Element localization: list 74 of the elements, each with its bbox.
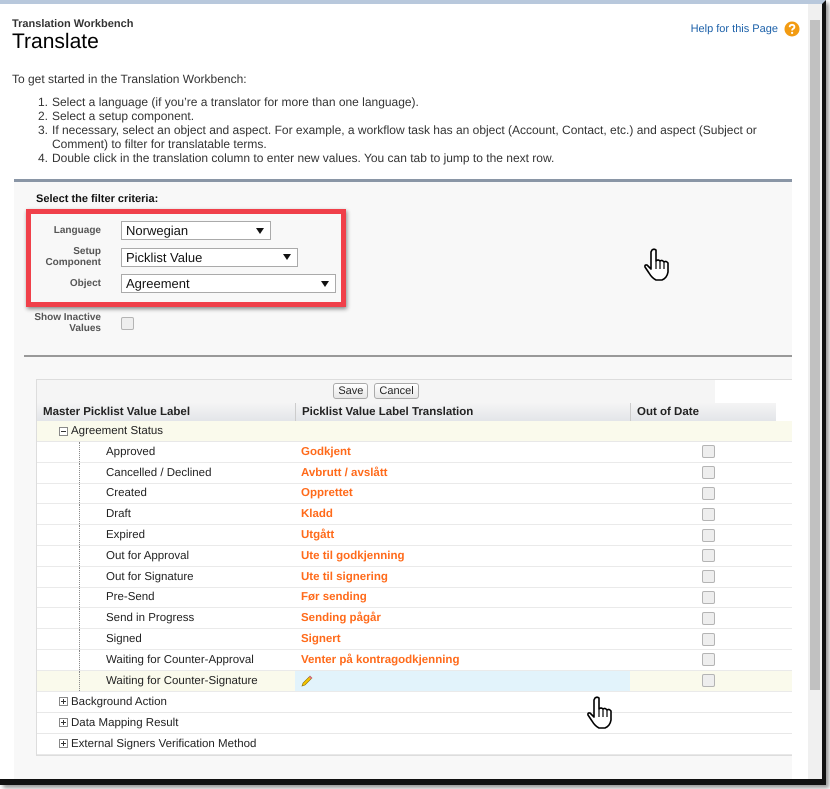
translation-cell[interactable]: Opprettet (301, 487, 353, 500)
dropdown[interactable]: Agreement (121, 274, 336, 293)
checkbox[interactable] (702, 486, 714, 500)
step-text: Select a language (if you’re a translator for more than one language). (52, 95, 420, 109)
help-icon[interactable] (784, 21, 800, 37)
expand-icon[interactable] (59, 739, 68, 748)
save-button[interactable]: Save (333, 383, 368, 399)
translation-cell[interactable]: Kladd (301, 508, 333, 520)
step-number: 3. (38, 123, 50, 139)
group-label[interactable]: Data Mapping Result (71, 716, 178, 729)
cancel-button[interactable]: Cancel (374, 383, 419, 399)
checkbox[interactable] (702, 674, 714, 688)
table-cell: Created (106, 487, 147, 500)
step-number: 1. (38, 95, 50, 109)
translation-cell[interactable]: Før sending (301, 591, 367, 604)
step-number: 2. (38, 109, 50, 123)
expand-icon[interactable] (59, 718, 68, 728)
table-cell: Cancelled / Declined (106, 466, 212, 479)
checkbox[interactable] (702, 632, 714, 646)
collapse-icon[interactable] (59, 426, 68, 436)
step-text: If necessary, select an object and aspect. For example, a workflow task has an object (Account, Contact, etc.) and aspect (Subject or Comment) to filter for translatable terms. (52, 123, 758, 151)
checkbox[interactable] (702, 612, 714, 625)
group-label[interactable]: Background Action (71, 696, 167, 708)
pencil-icon (301, 674, 313, 687)
page-title: Translate (12, 30, 100, 54)
checkbox[interactable] (702, 528, 714, 542)
table-cell: Signed (106, 633, 142, 646)
checkbox[interactable] (702, 653, 714, 666)
checkbox[interactable] (702, 508, 714, 521)
scrollbar[interactable] (808, 4, 822, 779)
column-header: Master Picklist Value Label (42, 405, 192, 420)
translation-cell[interactable]: Avbrutt / avslått (301, 466, 388, 479)
field-label: Language (52, 225, 101, 236)
step-text: Select a setup component. (52, 109, 196, 123)
translation-input[interactable] (295, 670, 630, 691)
table-cell: Expired (106, 529, 145, 542)
table-cell: Pre-Send (106, 591, 155, 604)
expand-icon[interactable] (59, 697, 68, 706)
checkbox[interactable] (702, 549, 714, 562)
dropdown[interactable]: Picklist Value (121, 248, 298, 266)
group-label[interactable]: External Signers Verification Method (71, 738, 256, 750)
field-label: Setup Component (44, 246, 101, 268)
group-label[interactable]: Agreement Status (71, 425, 164, 437)
checkbox[interactable] (702, 445, 714, 458)
table-cell: Send in Progress (106, 612, 194, 624)
table-cell: Approved (106, 446, 156, 458)
step-text: Double click in the translation column to enter new values. You can tab to jump to the next row. (52, 151, 556, 165)
table-cell: Waiting for Counter-Signature (106, 674, 258, 687)
translation-cell[interactable]: Utgått (301, 529, 334, 542)
checkbox[interactable] (702, 570, 714, 584)
translation-cell[interactable]: Signert (301, 633, 341, 646)
step-number: 4. (38, 151, 50, 165)
caret-icon (283, 254, 291, 260)
field-label: Object (68, 278, 101, 289)
translation-cell[interactable]: Ute til godkjenning (301, 550, 404, 562)
table-cell: Waiting for Counter-Approval (106, 654, 254, 666)
filter-heading: Select the filter criteria: (36, 193, 160, 205)
intro-text: To get started in the Translation Workbench: (12, 72, 248, 86)
table-cell: Out for Approval (106, 550, 190, 562)
checkbox[interactable] (702, 466, 714, 480)
table-cell: Out for Signature (106, 570, 194, 583)
dropdown[interactable]: Norwegian (121, 221, 271, 240)
checkbox[interactable] (702, 590, 714, 604)
caret-icon (256, 228, 264, 234)
help-link[interactable]: Help for this Page (690, 23, 778, 35)
field-label: Show Inactive Values (33, 312, 101, 334)
checkbox[interactable] (121, 316, 134, 330)
translation-cell[interactable]: Sending pågår (301, 612, 381, 624)
translation-cell[interactable]: Godkjent (301, 446, 351, 458)
translation-cell[interactable]: Ute til signering (301, 570, 388, 583)
breadcrumb: Translation Workbench (12, 18, 134, 30)
table-cell: Draft (106, 508, 131, 520)
caret-icon (321, 280, 329, 286)
translation-cell[interactable]: Venter på kontragodkjenning (301, 654, 460, 666)
